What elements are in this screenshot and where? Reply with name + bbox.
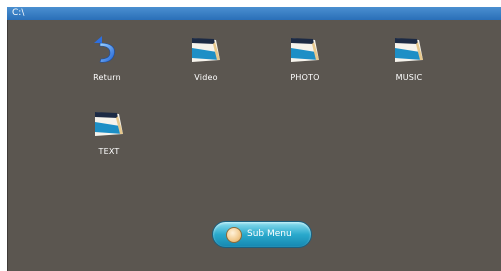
- folder-icon: [95, 112, 123, 136]
- folder-icon: [291, 38, 319, 62]
- folder-icon: [192, 38, 220, 62]
- text-label: TEXT: [98, 147, 120, 156]
- folder-icon: [395, 38, 423, 62]
- sub-menu-label: Sub Menu: [247, 229, 292, 239]
- return-arrow-icon: [94, 36, 115, 63]
- circle-icon: [226, 227, 242, 243]
- return-label: Return: [93, 73, 121, 82]
- return-item[interactable]: Return: [67, 32, 147, 82]
- path-bar: C:\: [7, 7, 501, 20]
- music-label: MUSIC: [395, 73, 423, 82]
- photo-folder-item[interactable]: PHOTO: [265, 32, 345, 82]
- file-browser-screen: C:\ Return Video PHOTO MUSIC TEXT Sub Me…: [0, 0, 501, 271]
- sub-menu-button[interactable]: Sub Menu: [212, 221, 312, 248]
- photo-label: PHOTO: [290, 73, 320, 82]
- video-label: Video: [194, 73, 218, 82]
- text-folder-item[interactable]: TEXT: [69, 106, 149, 156]
- video-folder-item[interactable]: Video: [166, 32, 246, 82]
- music-folder-item[interactable]: MUSIC: [369, 32, 449, 82]
